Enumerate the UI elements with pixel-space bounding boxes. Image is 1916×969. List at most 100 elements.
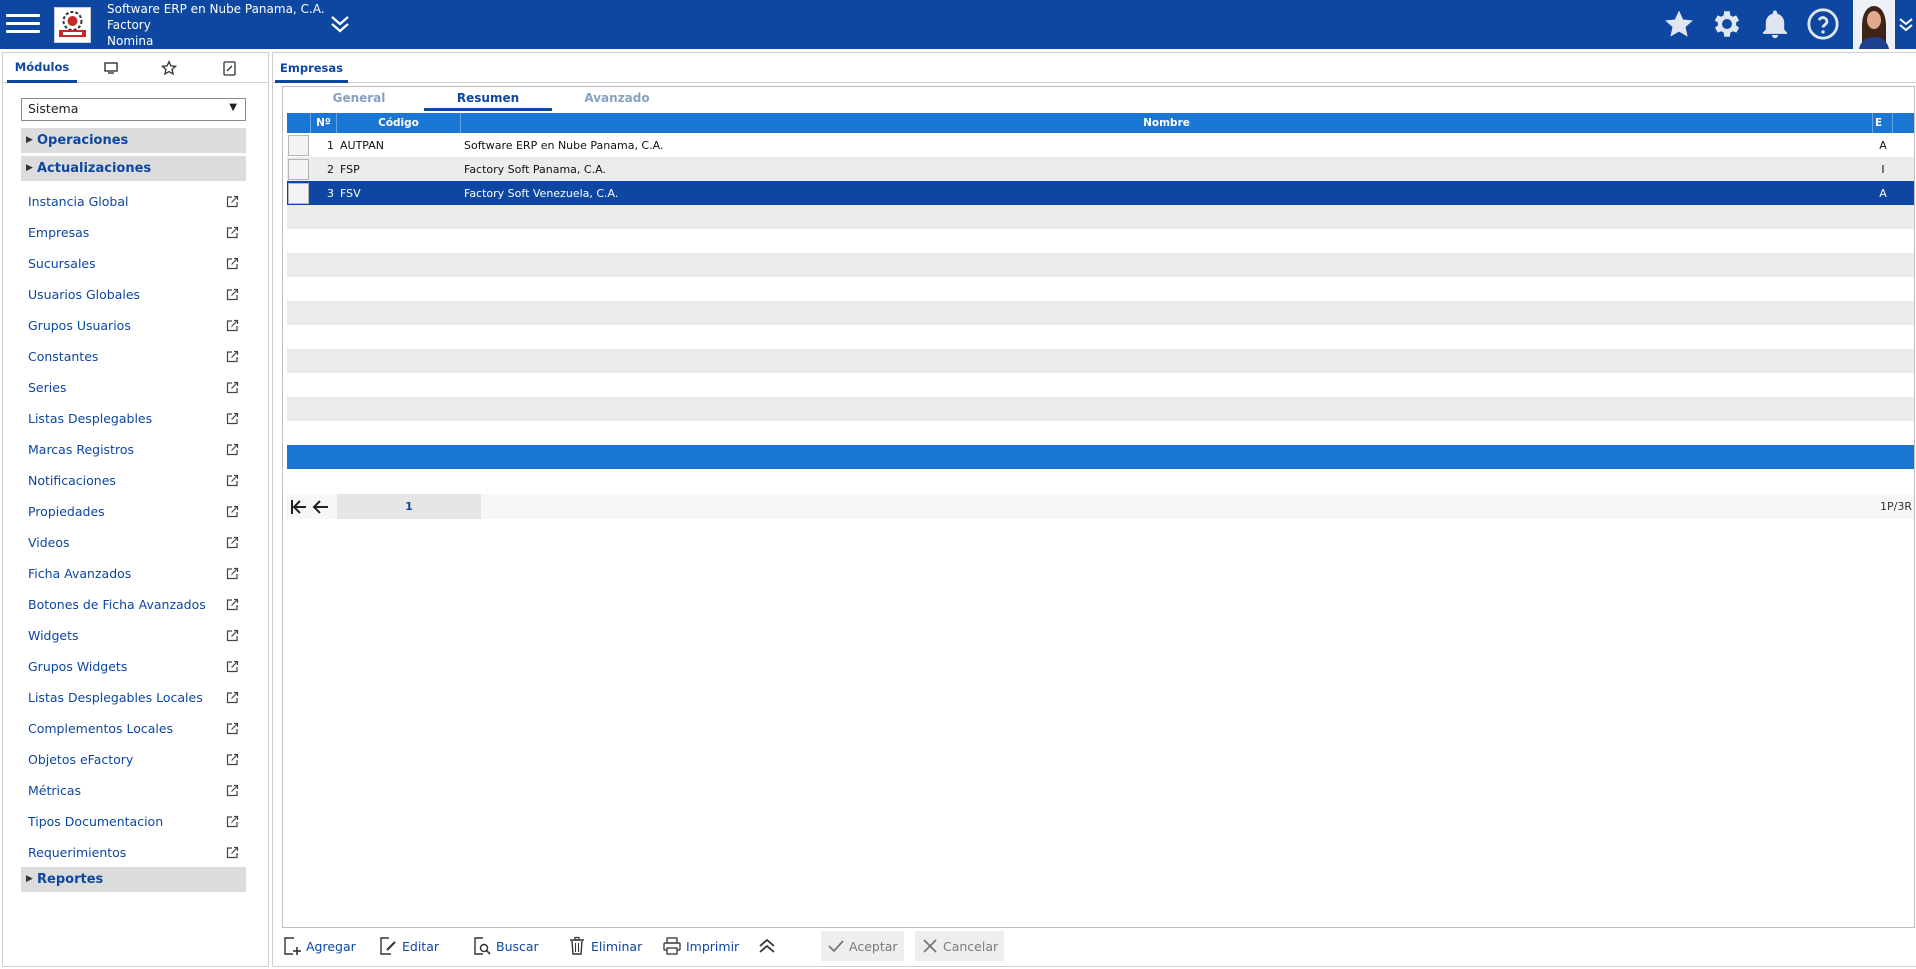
empty-row[interactable] bbox=[287, 421, 1914, 445]
empty-row[interactable] bbox=[287, 325, 1914, 349]
help-question-icon[interactable] bbox=[1806, 7, 1840, 41]
sidebar-item-label: Empresas bbox=[28, 225, 90, 240]
empty-row[interactable] bbox=[287, 373, 1914, 397]
empty-row[interactable] bbox=[287, 349, 1914, 373]
external-link-icon[interactable] bbox=[226, 722, 239, 735]
sidebar-item[interactable]: Requerimientos bbox=[28, 843, 246, 863]
star-icon[interactable] bbox=[151, 53, 187, 83]
sidebar-item[interactable]: Instancia Global bbox=[28, 192, 246, 212]
sidebar-item[interactable]: Tipos Documentacion bbox=[28, 812, 246, 832]
empty-row[interactable] bbox=[287, 229, 1914, 253]
sidebar-item[interactable]: Listas Desplegables Locales bbox=[28, 688, 246, 708]
external-link-icon[interactable] bbox=[226, 629, 239, 642]
sidebar-item[interactable]: Objetos eFactory bbox=[28, 750, 246, 770]
sidebar-item[interactable]: Métricas bbox=[28, 781, 246, 801]
trash-icon bbox=[570, 936, 584, 955]
column-header-e[interactable]: E bbox=[1873, 113, 1893, 133]
table-row[interactable]: 1 AUTPAN Software ERP en Nube Panama, C.A.… bbox=[287, 133, 1914, 157]
external-link-icon[interactable] bbox=[226, 195, 239, 208]
sidebar-item-label: Listas Desplegables bbox=[28, 411, 153, 426]
sidebar-item[interactable]: Notificaciones bbox=[28, 471, 246, 491]
row-checkbox[interactable] bbox=[288, 183, 309, 204]
external-link-icon[interactable] bbox=[226, 288, 239, 301]
external-link-icon[interactable] bbox=[226, 319, 239, 332]
empty-row[interactable] bbox=[287, 397, 1914, 421]
external-link-icon[interactable] bbox=[226, 505, 239, 518]
previous-page-icon[interactable] bbox=[311, 497, 331, 517]
sidebar-item[interactable]: Usuarios Globales bbox=[28, 285, 246, 305]
external-link-icon[interactable] bbox=[226, 381, 239, 394]
external-link-icon[interactable] bbox=[226, 846, 239, 859]
sidebar-item[interactable]: Grupos Widgets bbox=[28, 657, 246, 677]
favorites-star-icon[interactable] bbox=[1662, 7, 1696, 41]
monitor-icon[interactable] bbox=[93, 53, 129, 83]
row-checkbox[interactable] bbox=[288, 159, 309, 180]
external-link-icon[interactable] bbox=[226, 691, 239, 704]
column-header-nombre[interactable]: Nombre bbox=[461, 113, 1873, 133]
sidebar-item[interactable]: Widgets bbox=[28, 626, 246, 646]
external-link-icon[interactable] bbox=[226, 815, 239, 828]
edit-document-icon[interactable] bbox=[211, 53, 247, 83]
section-actualizaciones[interactable]: ▶ Actualizaciones bbox=[21, 156, 246, 181]
empty-row[interactable] bbox=[287, 253, 1914, 277]
sidebar-item[interactable]: Ficha Avanzados bbox=[28, 564, 246, 584]
header-select-all[interactable] bbox=[287, 113, 311, 133]
aceptar-button[interactable]: Aceptar bbox=[821, 931, 904, 961]
eliminar-button[interactable]: Eliminar bbox=[567, 931, 642, 961]
hamburger-menu-icon[interactable] bbox=[6, 10, 40, 38]
tab-modulos[interactable]: Módulos bbox=[7, 53, 77, 83]
subtab-avanzado[interactable]: Avanzado bbox=[553, 87, 681, 111]
external-link-icon[interactable] bbox=[226, 567, 239, 580]
notifications-bell-icon[interactable] bbox=[1758, 7, 1792, 41]
current-page[interactable]: 1 bbox=[337, 494, 481, 519]
sidebar-item[interactable]: Listas Desplegables bbox=[28, 409, 246, 429]
row-checkbox[interactable] bbox=[288, 135, 309, 156]
external-link-icon[interactable] bbox=[226, 350, 239, 363]
sidebar-item[interactable]: Videos bbox=[28, 533, 246, 553]
external-link-icon[interactable] bbox=[226, 443, 239, 456]
buscar-button[interactable]: Buscar bbox=[472, 931, 539, 961]
external-link-icon[interactable] bbox=[226, 536, 239, 549]
empty-row[interactable] bbox=[287, 277, 1914, 301]
sidebar-item[interactable]: Constantes bbox=[28, 347, 246, 367]
user-avatar[interactable] bbox=[1853, 0, 1895, 49]
sidebar-item[interactable]: Series bbox=[28, 378, 246, 398]
subtab-general[interactable]: General bbox=[295, 87, 423, 111]
external-link-icon[interactable] bbox=[226, 784, 239, 797]
table-row[interactable]: 2 FSP Factory Soft Panama, C.A. I bbox=[287, 157, 1914, 181]
subtab-resumen[interactable]: Resumen bbox=[424, 87, 552, 111]
imprimir-button[interactable]: Imprimir bbox=[662, 931, 739, 961]
external-link-icon[interactable] bbox=[226, 257, 239, 270]
table-row[interactable]: 3 FSV Factory Soft Venezuela, C.A. A bbox=[287, 181, 1914, 205]
external-link-icon[interactable] bbox=[226, 226, 239, 239]
column-header-num[interactable]: Nº bbox=[311, 113, 337, 133]
sidebar-item[interactable]: Propiedades bbox=[28, 502, 246, 522]
column-header-codigo[interactable]: Código bbox=[337, 113, 461, 133]
module-select[interactable]: Sistema ▼ bbox=[21, 98, 246, 121]
sidebar-item[interactable]: Botones de Ficha Avanzados bbox=[28, 595, 246, 615]
first-page-icon[interactable] bbox=[289, 497, 309, 517]
external-link-icon[interactable] bbox=[226, 412, 239, 425]
sidebar-item[interactable]: Empresas bbox=[28, 223, 246, 243]
editar-button[interactable]: Editar bbox=[378, 931, 439, 961]
cancelar-button[interactable]: Cancelar bbox=[915, 931, 1005, 961]
empty-row[interactable] bbox=[287, 205, 1914, 229]
agregar-button[interactable]: Agregar bbox=[282, 931, 356, 961]
external-link-icon[interactable] bbox=[226, 598, 239, 611]
external-link-icon[interactable] bbox=[226, 753, 239, 766]
section-operaciones[interactable]: ▶ Operaciones bbox=[21, 128, 246, 153]
external-link-icon[interactable] bbox=[226, 660, 239, 673]
external-link-icon[interactable] bbox=[226, 474, 239, 487]
sidebar-item[interactable]: Sucursales bbox=[28, 254, 246, 274]
sidebar-item[interactable]: Complementos Locales bbox=[28, 719, 246, 739]
tab-empresas[interactable]: Empresas bbox=[275, 53, 348, 83]
empty-row[interactable] bbox=[287, 301, 1914, 325]
double-chevron-up-icon[interactable] bbox=[757, 931, 781, 961]
user-menu-chevron-icon[interactable] bbox=[1897, 14, 1915, 36]
empty-row[interactable] bbox=[287, 445, 1914, 469]
sidebar-item[interactable]: Grupos Usuarios bbox=[28, 316, 246, 336]
sidebar-item[interactable]: Marcas Registros bbox=[28, 440, 246, 460]
section-reportes[interactable]: ▶ Reportes bbox=[21, 867, 246, 892]
double-chevron-down-icon[interactable] bbox=[327, 13, 353, 35]
settings-gear-icon[interactable] bbox=[1710, 7, 1744, 41]
